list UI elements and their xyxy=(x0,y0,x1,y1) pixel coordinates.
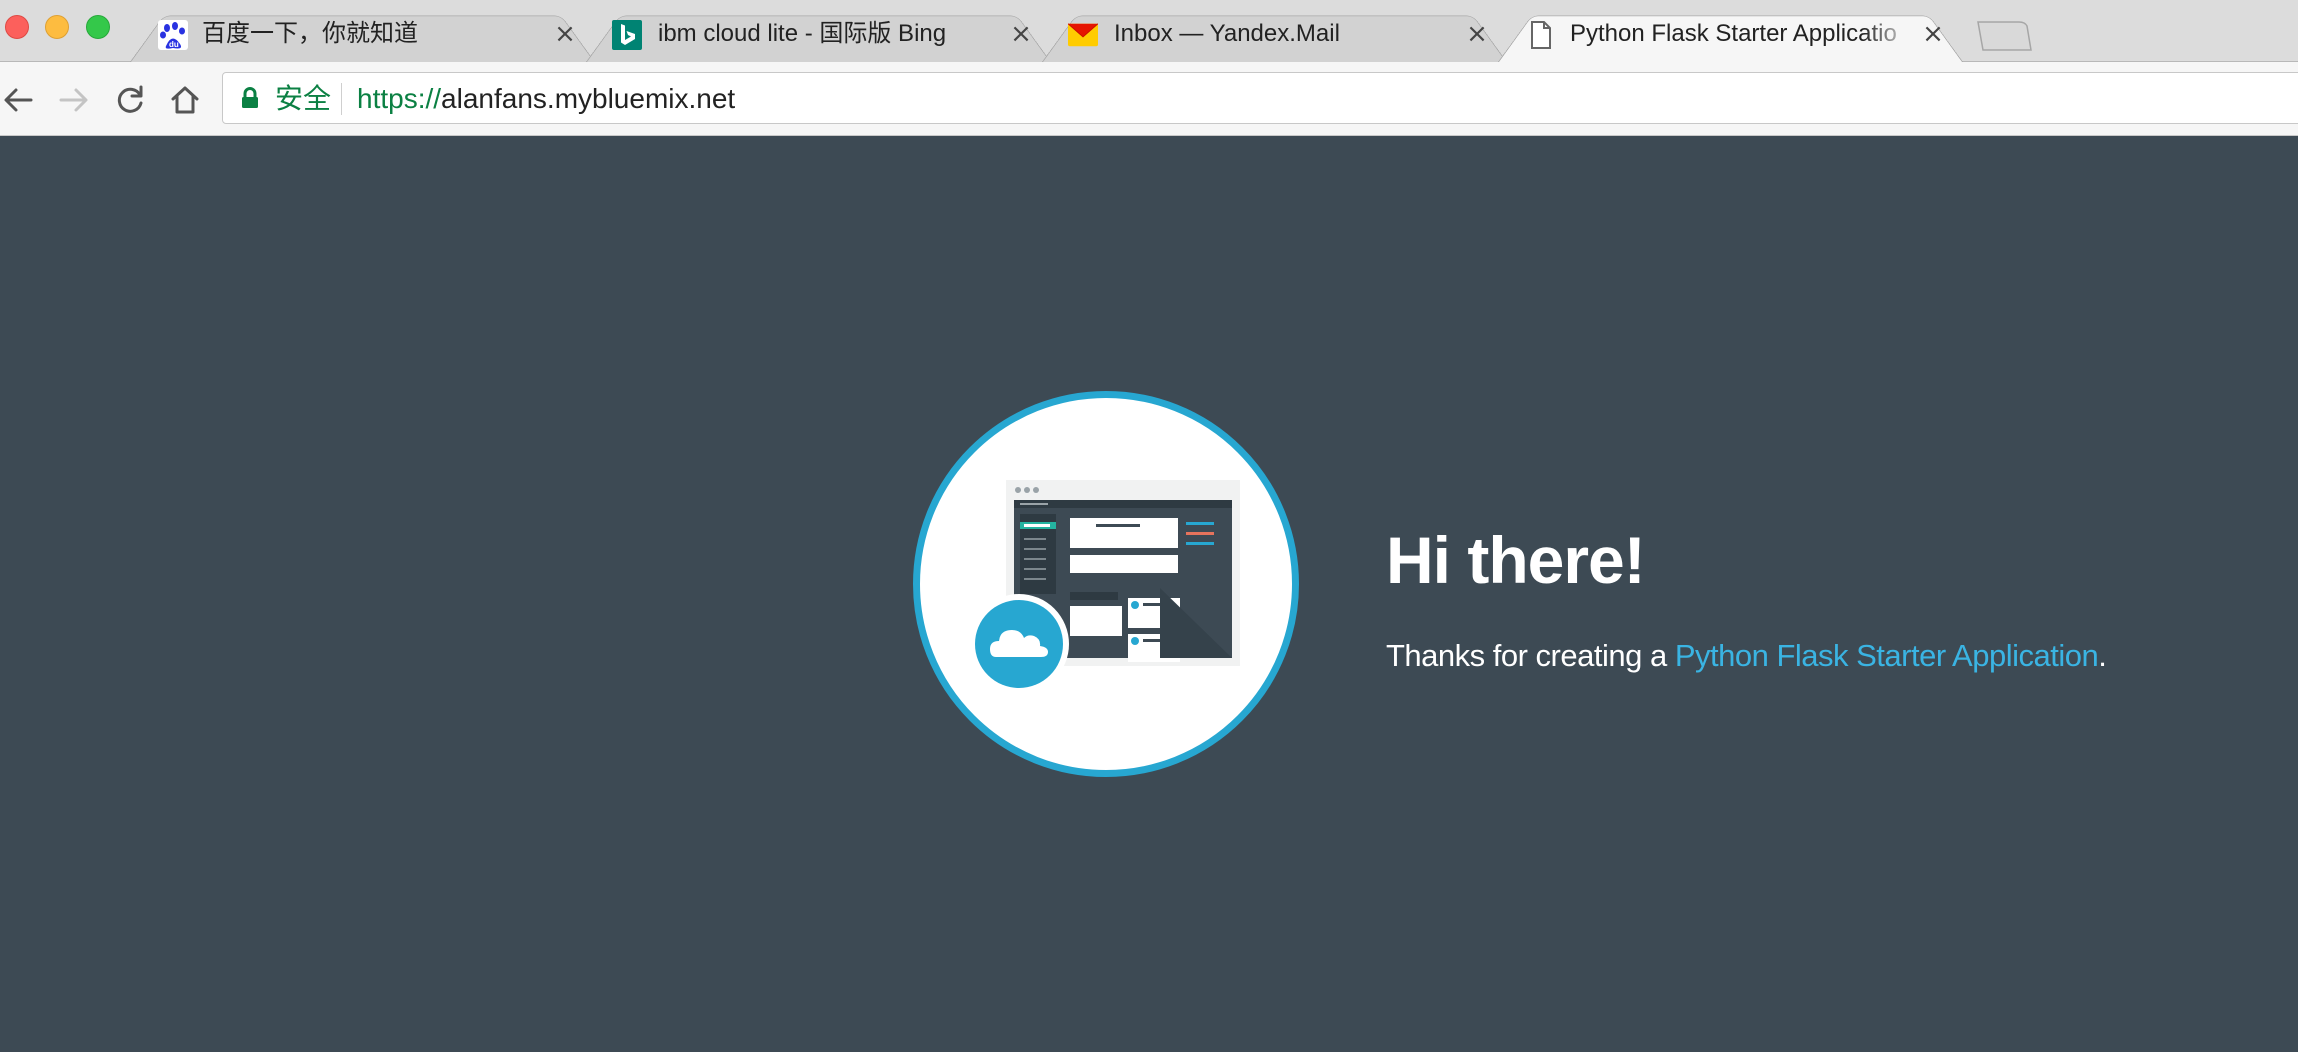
lock-icon xyxy=(242,87,258,108)
address-bar[interactable]: 安全 https://alanfans.mybluemix.net xyxy=(222,72,2298,124)
tab-close-button[interactable]: × xyxy=(552,20,578,48)
tab-title: Python Flask Starter Applicatio xyxy=(1570,20,1897,47)
tab-title: ibm cloud lite - 国际版 Bing xyxy=(658,20,947,47)
window-minimize-button[interactable] xyxy=(45,15,69,39)
app-dashboard-illustration xyxy=(969,480,1240,694)
tab-yandex-mail[interactable]: Inbox — Yandex.Mail × xyxy=(1042,6,1507,63)
url-text[interactable]: https://alanfans.mybluemix.net xyxy=(357,83,735,115)
security-label: 安全 xyxy=(275,83,332,114)
svg-text:du: du xyxy=(169,40,179,49)
baidu-paw-icon: du xyxy=(158,20,188,50)
reload-button[interactable] xyxy=(110,80,150,120)
address-divider xyxy=(341,83,342,115)
tab-title: 百度一下，你就知道 xyxy=(202,20,418,47)
tab-python-flask[interactable]: Python Flask Starter Applicatio × xyxy=(1498,6,1963,63)
intro-prefix: Thanks for creating a xyxy=(1386,638,1675,673)
new-tab-button[interactable] xyxy=(1975,20,2033,52)
tab-bing[interactable]: ibm cloud lite - 国际版 Bing × xyxy=(586,6,1051,63)
forward-arrow-icon xyxy=(59,88,88,112)
home-button[interactable] xyxy=(165,80,205,120)
tab-baidu[interactable]: du 百度一下，你就知道 × xyxy=(130,6,595,63)
yandex-mail-icon xyxy=(1068,20,1098,50)
tab-close-button[interactable]: × xyxy=(1920,20,1946,48)
starter-app-link[interactable]: Python Flask Starter Application xyxy=(1675,638,2099,673)
page-heading: Hi there! xyxy=(1386,523,1646,597)
window-close-button[interactable] xyxy=(5,15,29,39)
intro-paragraph: Thanks for creating a Python Flask Start… xyxy=(1386,636,2107,676)
page-icon xyxy=(1526,20,1556,50)
window-zoom-button[interactable] xyxy=(86,15,110,39)
url-host: alanfans.mybluemix.net xyxy=(441,83,736,114)
tab-strip: du 百度一下，你就知道 × ibm cloud lite - 国际版 Bing… xyxy=(0,0,2298,63)
home-icon xyxy=(171,86,199,114)
url-scheme: https:// xyxy=(357,83,442,114)
forward-button[interactable] xyxy=(54,80,94,120)
reload-icon xyxy=(117,85,143,113)
hero-illustration xyxy=(913,391,1299,777)
browser-toolbar: 安全 https://alanfans.mybluemix.net xyxy=(0,62,2298,136)
back-button[interactable] xyxy=(0,80,38,120)
intro-suffix: . xyxy=(2098,638,2107,673)
tab-close-button[interactable]: × xyxy=(1464,20,1490,48)
tab-title: Inbox — Yandex.Mail xyxy=(1114,20,1340,47)
bing-icon xyxy=(612,20,642,50)
back-arrow-icon xyxy=(4,88,33,112)
tab-close-button[interactable]: × xyxy=(1008,20,1034,48)
